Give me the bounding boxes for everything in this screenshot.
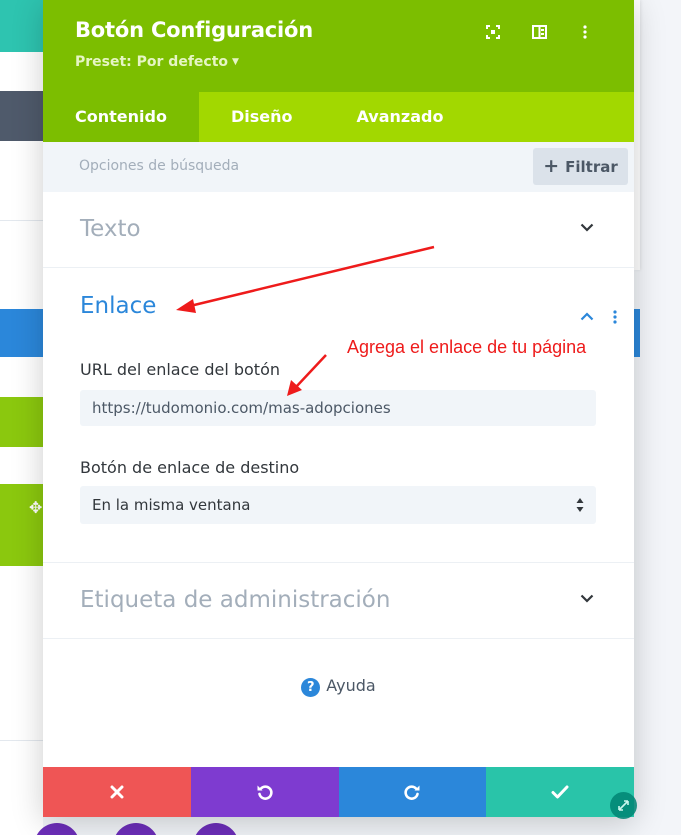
url-field-label: URL del enlace del botón [80, 360, 280, 379]
help-label: Ayuda [326, 676, 376, 695]
preset-selector[interactable]: Preset: Por defecto ▼ [75, 54, 239, 70]
tab-diseno[interactable]: Diseño [199, 92, 325, 142]
select-arrows-icon [576, 498, 584, 512]
target-select[interactable]: En la misma ventana [80, 486, 596, 524]
search-input[interactable] [79, 158, 459, 174]
section-title: Texto [80, 216, 141, 242]
caret-down-icon: ▼ [232, 57, 239, 67]
section-admin-label: Etiqueta de administración [43, 563, 634, 639]
background-row-dark [0, 91, 43, 141]
background-row-teal [0, 0, 43, 52]
section-title: Etiqueta de administración [80, 587, 391, 613]
add-module-button[interactable] [113, 823, 159, 835]
focus-icon[interactable] [470, 22, 516, 42]
redo-button[interactable] [338, 767, 487, 817]
target-field-label: Botón de enlace de destino [80, 458, 300, 477]
target-select-value: En la misma ventana [92, 496, 251, 514]
check-icon [551, 785, 569, 799]
preset-label: Preset: Por defecto [75, 54, 229, 70]
background-row-green-selected[interactable] [0, 484, 43, 566]
settings-modal: Botón Configuración Preset: Por defecto ▼… [43, 0, 634, 817]
annotation-text: Agrega el enlace de tu página [347, 337, 587, 357]
background-row-white [0, 740, 43, 792]
tab-contenido[interactable]: Contenido [43, 92, 199, 142]
redo-icon [404, 785, 420, 800]
more-vertical-icon[interactable] [613, 310, 617, 324]
background-row-blue [0, 309, 43, 357]
move-icon[interactable]: ✥ [29, 500, 42, 516]
search-bar: + Filtrar [43, 142, 634, 192]
section-title: Enlace [80, 293, 157, 319]
undo-icon [257, 785, 273, 800]
tab-avanzado[interactable]: Avanzado [324, 92, 475, 142]
section-enlace: Enlace URL del enlace del botón Botón de… [43, 268, 634, 563]
section-admin-header[interactable]: Etiqueta de administración [43, 563, 634, 639]
add-module-button[interactable] [193, 823, 239, 835]
resize-icon [618, 800, 629, 811]
chevron-down-icon[interactable] [580, 223, 594, 232]
background-row-blue-right [634, 309, 640, 357]
section-texto-header[interactable]: Texto [43, 192, 634, 268]
cancel-button[interactable] [43, 767, 191, 817]
close-icon [110, 785, 124, 799]
help-icon: ? [301, 678, 321, 697]
background-card-right [634, 0, 640, 270]
background-page-right [640, 0, 681, 835]
modal-footer [43, 767, 634, 817]
background-row-green [0, 397, 43, 447]
filter-button[interactable]: + Filtrar [533, 148, 628, 185]
modal-title: Botón Configuración [75, 18, 314, 42]
chevron-down-icon[interactable] [580, 594, 594, 603]
plus-icon: + [543, 155, 560, 177]
undo-button[interactable] [190, 767, 339, 817]
tab-bar: Contenido Diseño Avanzado [43, 92, 634, 142]
help-link[interactable]: ? Ayuda [43, 676, 634, 697]
url-field[interactable] [80, 390, 596, 426]
more-vertical-icon[interactable] [562, 22, 608, 42]
modal-header[interactable]: Botón Configuración Preset: Por defecto ▼ [43, 0, 634, 92]
resize-handle[interactable] [610, 792, 637, 819]
chevron-up-icon[interactable] [580, 312, 594, 321]
split-view-icon[interactable] [516, 22, 562, 42]
section-enlace-header[interactable]: Enlace [43, 268, 634, 344]
filter-label: Filtrar [565, 157, 618, 176]
section-texto: Texto [43, 192, 634, 268]
background-row-white [0, 220, 43, 270]
